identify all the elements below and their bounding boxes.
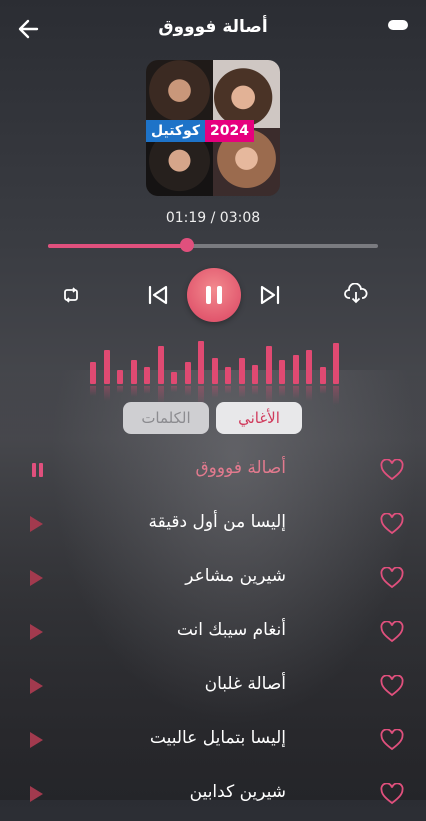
- equalizer-bar-reflection: [103, 386, 110, 402]
- time-display: 01:19 / 03:08: [165, 210, 261, 226]
- equalizer-bar-reflection: [117, 386, 123, 393]
- play-icon[interactable]: [30, 570, 43, 586]
- song-row[interactable]: إليسا من أول دقيقة: [0, 497, 426, 551]
- play-icon[interactable]: [30, 678, 43, 694]
- equalizer-bar-reflection: [130, 386, 137, 397]
- cover-photo: [213, 60, 280, 128]
- equalizer-bar: [211, 357, 218, 384]
- song-row[interactable]: شيرين كدابين: [0, 767, 426, 821]
- song-title: إليسا من أول دقيقة: [148, 512, 286, 532]
- song-row[interactable]: أنغام سيبك انت: [0, 605, 426, 659]
- equalizer-visualizer: [90, 334, 340, 384]
- equalizer-bar: [265, 345, 272, 384]
- equalizer-bar-reflection: [279, 386, 285, 397]
- equalizer-bar: [306, 350, 312, 384]
- album-cover: كوكتيل 2024: [146, 60, 280, 196]
- song-row[interactable]: أصالة غلبان: [0, 659, 426, 713]
- pause-button[interactable]: [187, 268, 241, 322]
- equalizer-bar: [157, 345, 164, 384]
- equalizer-bar-reflection: [225, 386, 231, 394]
- page-title: أصالة فوووق: [158, 17, 268, 37]
- heart-icon[interactable]: [380, 458, 404, 481]
- tab-lyrics[interactable]: الكلمات: [123, 402, 209, 434]
- equalizer-bar: [319, 367, 326, 384]
- equalizer-bar: [333, 343, 339, 384]
- pause-icon: [217, 286, 222, 304]
- song-title: أصالة غلبان: [204, 674, 286, 694]
- heart-icon[interactable]: [380, 728, 404, 751]
- heart-icon[interactable]: [380, 620, 404, 643]
- equalizer-bar-reflection: [238, 386, 245, 399]
- cover-label-name: كوكتيل: [146, 120, 205, 142]
- equalizer-bar: [103, 350, 110, 384]
- song-title: أنغام سيبك انت: [176, 620, 286, 640]
- download-cloud-icon[interactable]: [344, 282, 368, 305]
- cover-photo: [146, 60, 213, 128]
- equalizer-bar: [90, 362, 96, 384]
- equalizer-bar-reflection: [157, 386, 164, 404]
- song-title: أصالة فوووق: [195, 458, 286, 478]
- equalizer-bar-reflection: [306, 386, 312, 402]
- equalizer-bar: [144, 367, 150, 384]
- play-icon[interactable]: [30, 624, 43, 640]
- equalizer-bar: [279, 360, 285, 384]
- song-title: إليسا بتمايل عالبيت: [149, 728, 286, 748]
- equalizer-bar: [238, 357, 245, 384]
- equalizer-bar: [252, 364, 258, 384]
- equalizer-bar: [198, 340, 204, 384]
- cover-label-year: 2024: [205, 120, 254, 142]
- song-row[interactable]: إليسا بتمايل عالبيت: [0, 713, 426, 767]
- play-icon[interactable]: [30, 732, 43, 748]
- equalizer-bar-reflection: [211, 386, 218, 399]
- song-title: شيرين مشاعر: [185, 566, 286, 586]
- menu-icon[interactable]: [388, 20, 408, 30]
- heart-icon[interactable]: [380, 782, 404, 805]
- equalizer-bar: [184, 362, 191, 384]
- equalizer-bar-reflection: [90, 386, 96, 396]
- equalizer-bar-reflection: [252, 386, 258, 395]
- equalizer-bar-reflection: [292, 386, 299, 400]
- previous-icon[interactable]: [146, 284, 170, 306]
- repeat-icon[interactable]: [62, 286, 80, 304]
- cover-label: كوكتيل 2024: [146, 120, 254, 142]
- pause-icon: [206, 286, 211, 304]
- tab-songs[interactable]: الأغاني: [216, 402, 302, 434]
- heart-icon[interactable]: [380, 674, 404, 697]
- heart-icon[interactable]: [380, 512, 404, 535]
- seek-thumb[interactable]: [179, 238, 194, 252]
- equalizer-bar: [117, 369, 123, 384]
- equalizer-bar-reflection: [265, 386, 272, 404]
- seek-fill: [48, 244, 187, 248]
- equalizer-bar-reflection: [333, 386, 339, 405]
- song-row[interactable]: أصالة فوووق: [0, 443, 426, 497]
- heart-icon[interactable]: [380, 566, 404, 589]
- play-icon[interactable]: [30, 516, 43, 532]
- next-icon[interactable]: [258, 284, 282, 306]
- equalizer-bar: [130, 360, 137, 384]
- song-title: شيرين كدابين: [189, 782, 286, 802]
- equalizer-bar-reflection: [319, 386, 326, 394]
- equalizer-bar-reflection: [171, 386, 177, 392]
- equalizer-bar: [292, 355, 299, 384]
- equalizer-bar-reflection: [144, 386, 150, 394]
- song-row[interactable]: شيرين مشاعر: [0, 551, 426, 605]
- equalizer-bar: [225, 367, 231, 384]
- equalizer-bar-reflection: [184, 386, 191, 396]
- seek-bar[interactable]: [48, 238, 378, 252]
- equalizer-bar: [171, 372, 177, 384]
- top-bar: أصالة فوووق: [0, 0, 426, 56]
- pause-icon[interactable]: [32, 463, 44, 477]
